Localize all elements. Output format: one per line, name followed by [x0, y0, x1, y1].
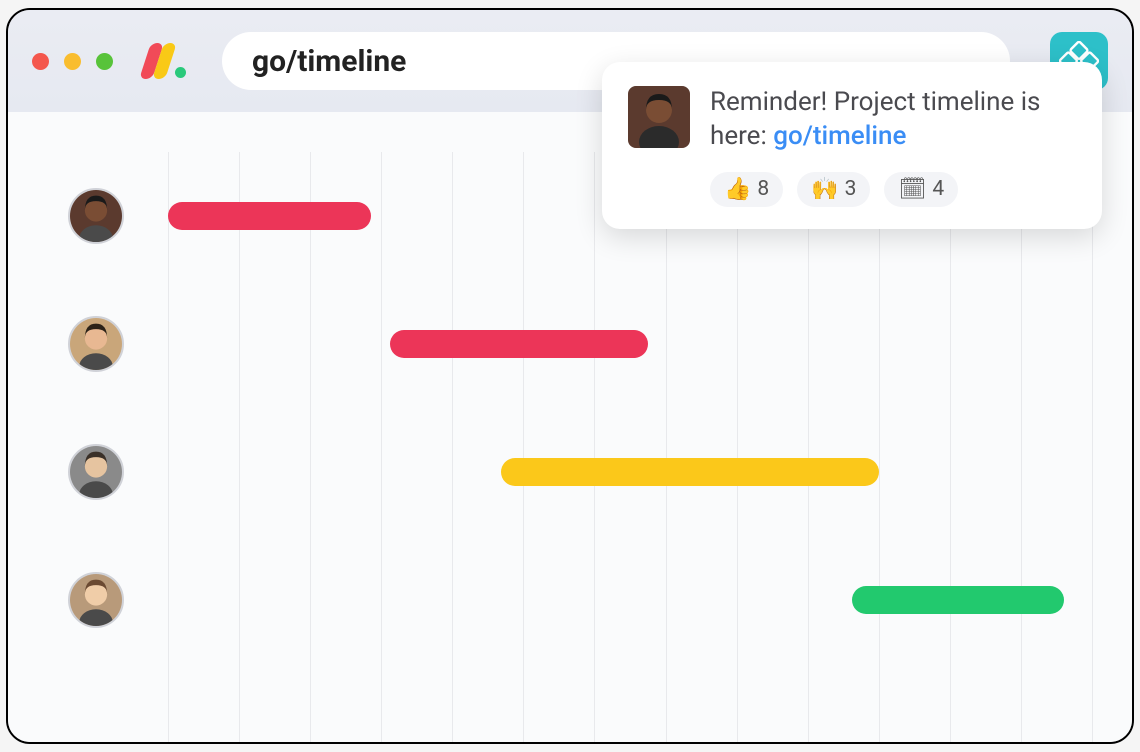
reactions-row: 👍8🙌3🗓4 [710, 172, 1076, 207]
bar-track [168, 586, 1092, 614]
maximize-button[interactable] [96, 53, 113, 70]
grid-line [1092, 152, 1093, 742]
reaction-count: 3 [845, 177, 857, 201]
window-controls [32, 53, 113, 70]
reaction-pill[interactable]: 🗓4 [884, 172, 958, 207]
chat-message-card: Reminder! Project timeline is here: go/t… [602, 62, 1102, 229]
close-button[interactable] [32, 53, 49, 70]
reaction-emoji: 🙌 [811, 177, 838, 202]
timeline-row [68, 408, 1092, 536]
bar-track [168, 330, 1092, 358]
avatar-image [628, 86, 690, 148]
avatar-image [70, 190, 122, 242]
avatar-image [70, 318, 122, 370]
url-text: go/timeline [252, 44, 406, 79]
reaction-emoji: 👍 [724, 177, 751, 202]
user-avatar[interactable] [68, 444, 124, 500]
avatar-image [70, 446, 122, 498]
reaction-count: 4 [932, 177, 944, 201]
reaction-emoji: 🗓 [898, 177, 926, 202]
message-avatar [628, 86, 690, 148]
timeline-row [68, 280, 1092, 408]
timeline-bar[interactable] [390, 330, 649, 358]
timeline-rows [68, 152, 1092, 664]
user-avatar[interactable] [68, 188, 124, 244]
reaction-count: 8 [757, 177, 769, 201]
app-logo [145, 43, 186, 79]
message-text: Reminder! Project timeline is here: go/t… [710, 86, 1076, 154]
avatar-image [70, 574, 122, 626]
timeline-bar[interactable] [168, 202, 371, 230]
reaction-pill[interactable]: 👍8 [710, 172, 783, 207]
timeline-row [68, 536, 1092, 664]
message-link[interactable]: go/timeline [773, 121, 906, 151]
message-body: Reminder! Project timeline is here: go/t… [628, 86, 1076, 154]
minimize-button[interactable] [64, 53, 81, 70]
bar-track [168, 458, 1092, 486]
timeline-bar[interactable] [501, 458, 880, 486]
timeline-bar[interactable] [852, 586, 1065, 614]
user-avatar[interactable] [68, 572, 124, 628]
logo-dot-green [175, 67, 186, 78]
reaction-pill[interactable]: 🙌3 [797, 172, 870, 207]
user-avatar[interactable] [68, 316, 124, 372]
